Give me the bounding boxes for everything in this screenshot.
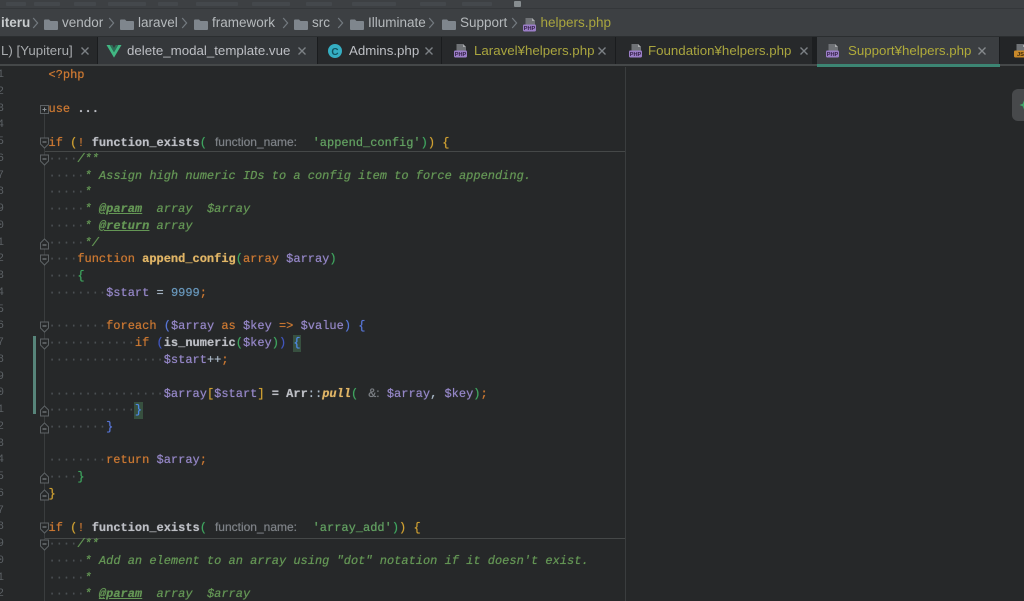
svg-text:JS: JS xyxy=(1017,52,1024,58)
svg-text:PHP: PHP xyxy=(827,52,839,58)
svg-text:PHP: PHP xyxy=(455,52,467,58)
svg-text:PHP: PHP xyxy=(524,26,536,32)
svg-text:PHP: PHP xyxy=(630,52,642,58)
svg-text:C: C xyxy=(331,47,338,58)
